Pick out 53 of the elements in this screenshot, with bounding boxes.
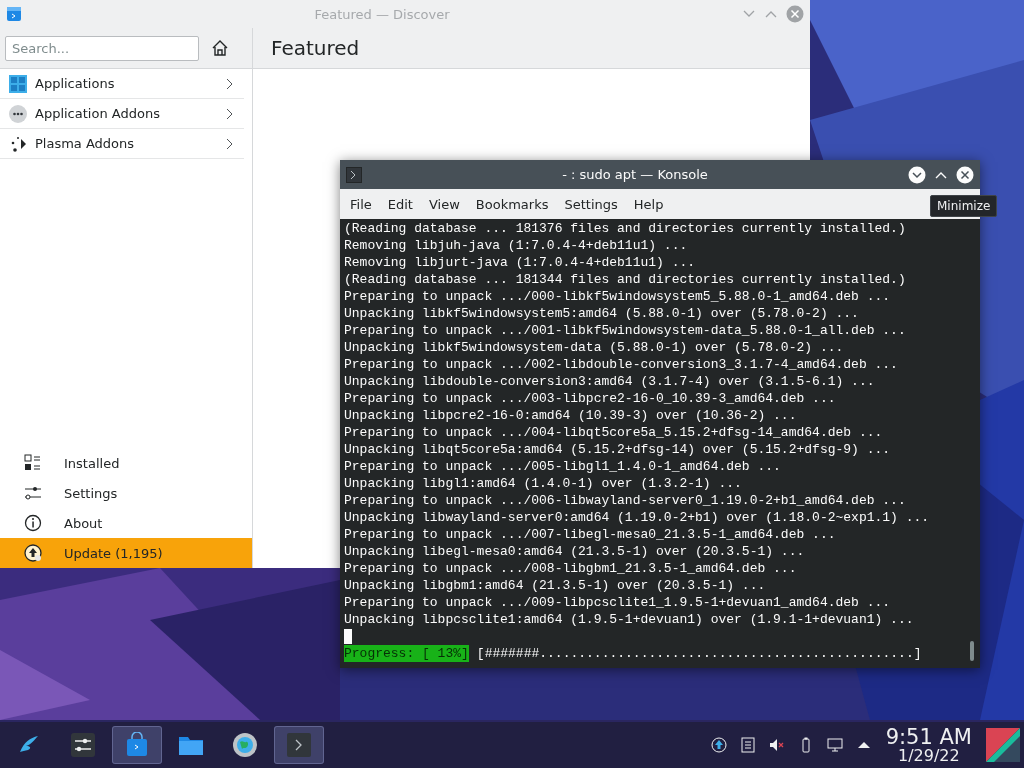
terminal-line: Unpacking libwayland-server0:amd64 (1.19.0-2+b1) over (1.18.0-2~exp1.1) ... (344, 509, 931, 526)
category-label: Applications (35, 76, 116, 91)
nav-label: Installed (64, 455, 120, 471)
nav-item[interactable]: Update (1,195) (0, 538, 252, 568)
terminal-line: Unpacking libegl-mesa0:amd64 (21.3.5-1) over (20.3.5-1) ... (344, 543, 806, 560)
terminal-line: Preparing to unpack .../005-libgl1_1.4.0-1_amd64.deb ... (344, 458, 782, 475)
clock-date[interactable]: 1/29/22 (898, 747, 960, 764)
terminal-line: Preparing to unpack .../000-libkf5windowsystem5_5.88.0-1_amd64.deb ... (344, 288, 892, 305)
terminal-line: Preparing to unpack .../008-libgbm1_21.3.5-1_amd64.deb ... (344, 560, 798, 577)
terminal-line: Preparing to unpack .../007-libegl-mesa0_21.3.5-1_amd64.deb ... (344, 526, 837, 543)
terminal-line: Unpacking libkf5windowsystem5:amd64 (5.88.0-1) over (5.78.0-2) ... (344, 305, 860, 322)
terminal-line: (Reading database ... 181344 files and directories currently installed.) (344, 271, 907, 288)
terminal-line: Unpacking libpcre2-16-0:amd64 (10.39-3) over (10.36-2) ... (344, 407, 798, 424)
category-item[interactable]: Plasma Addons (0, 129, 244, 159)
menu-item[interactable]: Help (625, 196, 672, 212)
nav-label: About (64, 515, 103, 531)
terminal-line: Unpacking libdouble-conversion3:amd64 (3.1.7-4) over (3.1.5-6.1) ... (344, 373, 876, 390)
terminal-line: Unpacking libpcsclite1:amd64 (1.9.5-1+devuan1) over (1.9.1-1+devuan1) ... (344, 611, 915, 628)
terminal-line: (Reading database ... 181376 files and directories currently installed.) (344, 220, 907, 237)
progress-text: [#######................................................] (476, 645, 922, 662)
terminal-line: Preparing to unpack .../009-libpcsclite1_1.9.5-1+devuan1_amd64.deb ... (344, 594, 892, 611)
menu-item[interactable]: File (342, 196, 380, 212)
terminal-line: Unpacking libgbm1:amd64 (21.3.5-1) over (20.3.5-1) ... (344, 577, 767, 594)
terminal-line: Unpacking libgl1:amd64 (1.4.0-1) over (1.3.2-1) ... (344, 475, 743, 492)
terminal-line: Preparing to unpack .../004-libqt5core5a_5.15.2+dfsg-14_amd64.deb ... (344, 424, 884, 441)
terminal-line: Unpacking libqt5core5a:amd64 (5.15.2+dfsg-14) over (5.15.2+dfsg-9) ... (344, 441, 892, 458)
window-title: Featured — Discover (313, 6, 451, 22)
window-title: - : sudo apt — Konsole (561, 167, 709, 182)
progress-label: Progress: [ 13%] (344, 645, 469, 662)
terminal-line: Preparing to unpack .../001-libkf5windowsystem-data_5.88.0-1_all.deb ... (344, 322, 907, 339)
terminal-line: Removing libjurt-java (1:7.0.4-4+deb11u1) ... (344, 254, 697, 271)
menu-item[interactable]: Settings (556, 196, 626, 212)
terminal-line: Removing libjuh-java (1:7.0.4-4+deb11u1) ... (344, 237, 689, 254)
menu-item[interactable]: View (420, 196, 468, 212)
terminal-line: Unpacking libkf5windowsystem-data (5.88.0-1) over (5.78.0-2) ... (344, 339, 845, 356)
tooltip: Minimize (930, 195, 998, 217)
search-field[interactable]: Search... (5, 35, 199, 61)
clock-time[interactable]: 9:51 AM (885, 726, 972, 748)
terminal-line: Preparing to unpack .../006-libwayland-server0_1.19.0-2+b1_amd64.deb ... (344, 492, 907, 509)
terminal-line: Preparing to unpack .../002-libdouble-conversion3_3.1.7-4_amd64.deb ... (344, 356, 899, 373)
menu-item[interactable]: Bookmarks (467, 196, 557, 212)
nav-item[interactable]: About (0, 508, 252, 538)
category-label: Plasma Addons (35, 136, 136, 151)
category-item[interactable]: Application Addons (0, 99, 244, 129)
nav-item[interactable]: Installed (0, 448, 252, 478)
category-item[interactable]: Applications (0, 69, 244, 99)
nav-label: Settings (64, 485, 118, 501)
page-title: Featured (271, 36, 360, 60)
nav-item[interactable]: Settings (0, 478, 252, 508)
nav-label: Update (1,195) (64, 545, 163, 561)
category-label: Application Addons (35, 106, 161, 121)
terminal-line: Preparing to unpack .../003-libpcre2-16-0_10.39-3_amd64.deb ... (344, 390, 837, 407)
menu-item[interactable]: Edit (379, 196, 421, 212)
